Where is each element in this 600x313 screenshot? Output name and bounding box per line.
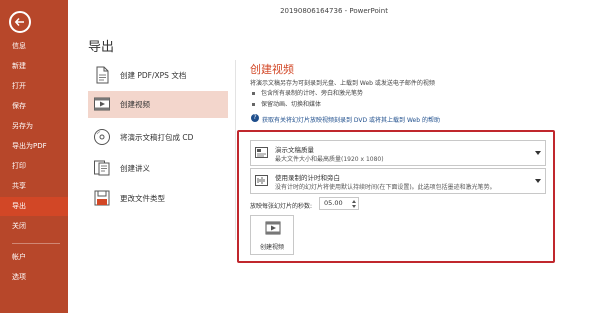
pdf-doc-icon bbox=[96, 66, 109, 84]
quality-title: 演示文稿质量 bbox=[275, 146, 314, 154]
sidebar-item-share[interactable]: 共享 bbox=[0, 177, 68, 196]
page-title: 导出 bbox=[88, 40, 115, 55]
back-arrow-icon bbox=[14, 17, 24, 27]
backstage-sidebar: 信息 新建 打开 保存 另存为 导出为PDF 打印 共享 导出 关闭 帐户 选项 bbox=[0, 0, 68, 313]
narration-dropdown[interactable]: 使用录制的计时和旁白 没有计时的幻灯片将使用默认持续时间(在下面设置)。此选项包… bbox=[250, 168, 546, 194]
help-icon: ? bbox=[251, 114, 259, 122]
sidebar-item-save-as[interactable]: 另存为 bbox=[0, 117, 68, 136]
chevron-down-icon bbox=[535, 151, 541, 155]
back-button[interactable] bbox=[9, 11, 31, 33]
option-create-pdf-xps[interactable]: 创建 PDF/XPS 文档 bbox=[88, 62, 228, 89]
panel-description: 将演示文稿另存为可刻录到光盘、上载到 Web 或发送电子邮件的视频 bbox=[250, 80, 435, 87]
bullet-item: 保留动画、切换和媒体 bbox=[252, 99, 321, 108]
bullet-text: 保留动画、切换和媒体 bbox=[261, 101, 322, 108]
quality-icon bbox=[255, 147, 268, 158]
sidebar-item-export-pdf[interactable]: 导出为PDF bbox=[0, 137, 68, 156]
sidebar-item-info[interactable]: 信息 bbox=[0, 37, 68, 56]
cd-icon bbox=[94, 129, 110, 145]
quality-subtitle: 最大文件大小和最高质量(1920 x 1080) bbox=[275, 156, 384, 163]
option-create-handouts[interactable]: 创建讲义 bbox=[88, 155, 228, 182]
sidebar-item-print[interactable]: 打印 bbox=[0, 157, 68, 176]
option-label: 创建 PDF/XPS 文档 bbox=[120, 71, 187, 80]
option-create-video[interactable]: 创建视频 bbox=[88, 91, 228, 118]
option-package-cd[interactable]: 将演示文稿打包成 CD bbox=[88, 124, 228, 151]
narration-subtitle: 没有计时的幻灯片将使用默认持续时间(在下面设置)。此选项包括墨迹和激光笔势。 bbox=[275, 184, 496, 191]
panel-title: 创建视频 bbox=[250, 63, 294, 76]
sidebar-item-options[interactable]: 选项 bbox=[0, 268, 68, 287]
quality-dropdown[interactable]: 演示文稿质量 最大文件大小和最高质量(1920 x 1080) bbox=[250, 140, 546, 166]
sidebar-item-account[interactable]: 帐户 bbox=[0, 248, 68, 267]
option-label: 更改文件类型 bbox=[120, 194, 165, 203]
create-video-button[interactable]: 创建视频 bbox=[250, 215, 294, 255]
window-title: 20190806164736 - PowerPoint bbox=[280, 7, 388, 15]
sidebar-item-close[interactable]: 关闭 bbox=[0, 217, 68, 236]
bullet-text: 包含所有录制的计时、旁白和激光笔势 bbox=[261, 90, 364, 97]
spinner-up-icon[interactable] bbox=[352, 200, 356, 203]
bullet-item: 包含所有录制的计时、旁白和激光笔势 bbox=[252, 88, 363, 97]
help-link[interactable]: 获取有关将幻灯片放映视频刻录到 DVD 或将其上载到 Web 的帮助 bbox=[262, 115, 440, 124]
panel-divider bbox=[235, 60, 236, 240]
seconds-spinner[interactable]: 05.00 bbox=[319, 197, 359, 210]
create-video-button-label: 创建视频 bbox=[259, 244, 284, 251]
seconds-label: 放映每张幻灯片的秒数: bbox=[250, 203, 313, 210]
narration-icon bbox=[255, 175, 268, 186]
option-change-file-type[interactable]: 更改文件类型 bbox=[88, 185, 228, 212]
create-video-icon bbox=[265, 221, 281, 235]
sidebar-divider bbox=[12, 243, 60, 244]
file-type-icon bbox=[94, 190, 110, 206]
option-label: 创建视频 bbox=[120, 100, 150, 109]
option-label: 将演示文稿打包成 CD bbox=[120, 133, 194, 142]
sidebar-item-export[interactable]: 导出 bbox=[0, 197, 68, 216]
sidebar-item-save[interactable]: 保存 bbox=[0, 97, 68, 116]
video-icon bbox=[94, 97, 110, 111]
seconds-value: 05.00 bbox=[324, 199, 343, 207]
sidebar-item-new[interactable]: 新建 bbox=[0, 57, 68, 76]
bullet-square-icon bbox=[252, 103, 255, 106]
narration-title: 使用录制的计时和旁白 bbox=[275, 174, 340, 182]
spinner-down-icon[interactable] bbox=[352, 205, 356, 208]
bullet-square-icon bbox=[252, 92, 255, 95]
option-label: 创建讲义 bbox=[120, 164, 150, 173]
chevron-down-icon bbox=[535, 179, 541, 183]
handout-icon bbox=[94, 160, 110, 176]
sidebar-item-open[interactable]: 打开 bbox=[0, 77, 68, 96]
